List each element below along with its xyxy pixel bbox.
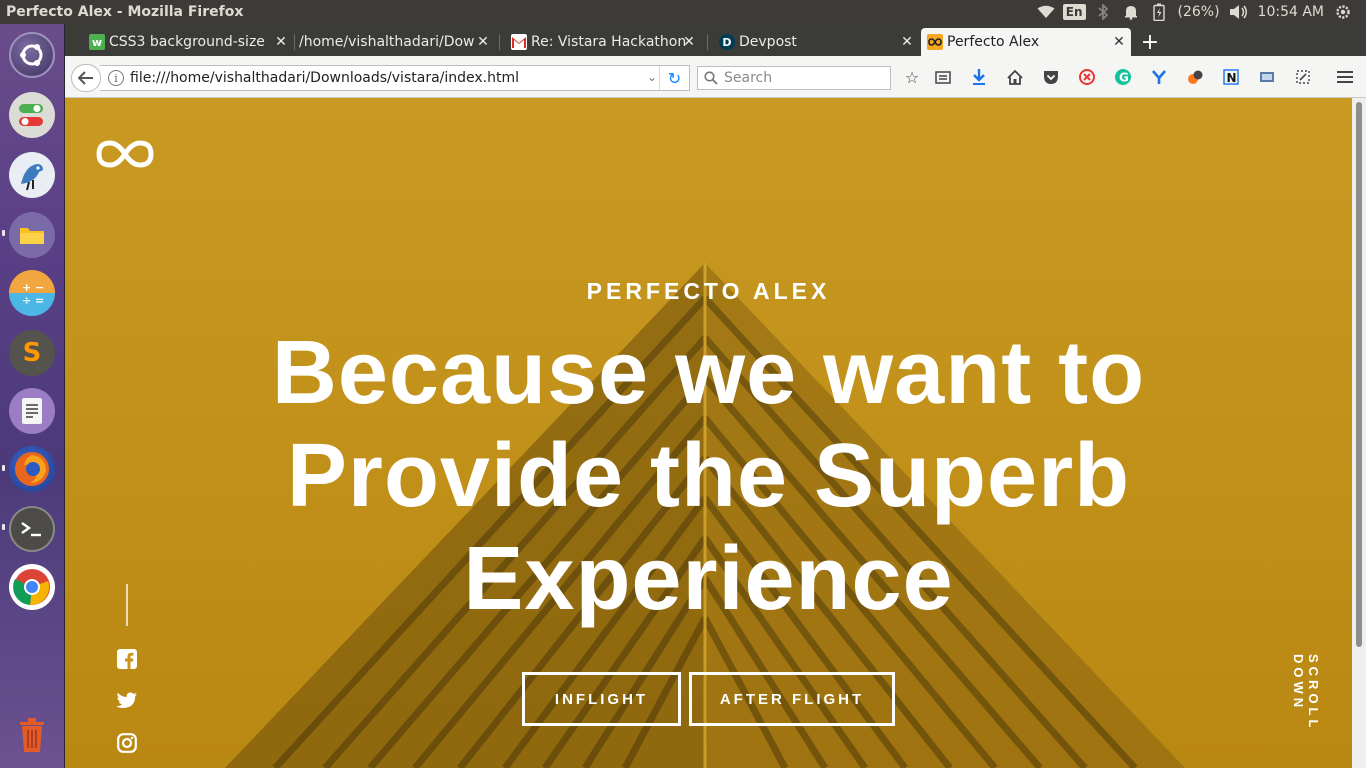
terminal-icon[interactable] <box>9 506 55 552</box>
home-icon[interactable] <box>1003 66 1027 88</box>
notion-extension-icon[interactable]: N <box>1219 66 1243 88</box>
web-page-viewport: PERFECTO ALEX Because we want to Provide… <box>65 98 1352 768</box>
url-bar[interactable]: i file:///home/vishalthadari/Downloads/v… <box>100 65 690 91</box>
bird-app-icon[interactable] <box>9 152 55 198</box>
headline-line-1: Because we want to <box>271 323 1146 423</box>
brand-eyebrow: PERFECTO ALEX <box>586 278 831 304</box>
svg-text:N: N <box>1227 71 1237 85</box>
adblock-icon[interactable] <box>1075 66 1099 88</box>
social-divider <box>126 584 128 626</box>
devpost-icon: D <box>719 34 735 50</box>
grammarly-icon[interactable]: G <box>1111 66 1135 88</box>
tab-perfecto-alex[interactable]: Perfecto Alex ✕ <box>921 28 1131 56</box>
trash-icon[interactable] <box>9 712 55 758</box>
close-tab-icon[interactable]: ✕ <box>899 34 915 50</box>
screenshot-extension-icon[interactable] <box>1255 66 1279 88</box>
search-placeholder: Search <box>724 70 773 86</box>
chevron-down-icon[interactable]: ⌄ <box>647 70 657 84</box>
back-button[interactable] <box>71 64 101 92</box>
downloads-icon[interactable] <box>967 66 991 88</box>
close-tab-icon[interactable]: ✕ <box>681 34 697 50</box>
hamburger-menu-icon[interactable] <box>1333 66 1357 88</box>
crop-extension-icon[interactable] <box>1291 66 1315 88</box>
infinity-icon <box>927 34 943 50</box>
bookmark-star-icon[interactable]: ☆ <box>900 66 924 88</box>
running-indicator <box>2 524 5 530</box>
running-indicator <box>2 465 5 471</box>
after-flight-button[interactable]: AFTER FLIGHT <box>689 672 895 726</box>
reload-icon[interactable]: ↻ <box>659 66 689 90</box>
y-extension-icon[interactable] <box>1147 66 1171 88</box>
tab-css3-background-size[interactable]: w CSS3 background-size ✕ <box>83 28 293 56</box>
headline-line-3: Experience <box>463 529 954 629</box>
pocket-icon[interactable] <box>1039 66 1063 88</box>
svg-text:+ −: + − <box>22 281 44 294</box>
svg-text:G: G <box>1119 71 1129 85</box>
power-gear-icon[interactable] <box>1332 3 1354 21</box>
chrome-icon[interactable] <box>9 564 55 610</box>
system-tray: En (26%) 10:54 AM <box>1035 0 1366 24</box>
svg-text:÷ =: ÷ = <box>22 294 44 307</box>
clock[interactable]: 10:54 AM <box>1258 4 1324 20</box>
twitter-icon[interactable] <box>115 689 139 713</box>
close-tab-icon[interactable]: ✕ <box>1111 34 1127 50</box>
notification-bell-icon[interactable] <box>1120 3 1142 21</box>
battery-percentage: (26%) <box>1177 4 1220 20</box>
ubuntu-dash-icon[interactable] <box>9 32 55 78</box>
search-input[interactable]: Search <box>697 66 891 90</box>
search-icon <box>704 71 718 85</box>
w3-icon: w <box>89 34 105 50</box>
battery-icon[interactable] <box>1148 3 1170 21</box>
instagram-icon[interactable] <box>115 731 139 755</box>
unity-launcher: + − ÷ = S <box>0 24 65 768</box>
wifi-icon[interactable] <box>1035 3 1057 21</box>
tab-label: Re: Vistara Hackathon <box>531 34 687 50</box>
scrollbar-thumb[interactable] <box>1356 102 1362 647</box>
close-tab-icon[interactable]: ✕ <box>475 34 491 50</box>
inflight-button[interactable]: INFLIGHT <box>522 672 681 726</box>
settings-toggle-icon[interactable] <box>9 92 55 138</box>
facebook-icon[interactable] <box>115 647 139 671</box>
bluetooth-icon[interactable] <box>1092 3 1114 21</box>
new-tab-button[interactable]: + <box>1138 30 1162 55</box>
tab-label: CSS3 background-size <box>109 34 265 50</box>
running-indicator <box>2 230 5 236</box>
tab-label: Devpost <box>739 34 797 50</box>
url-text[interactable]: file:///home/vishalthadari/Downloads/vis… <box>130 70 519 86</box>
site-info-icon[interactable]: i <box>108 70 124 86</box>
scroll-down-hint[interactable]: SCROLL DOWN <box>1291 654 1321 768</box>
browser-navigation-bar: i file:///home/vishalthadari/Downloads/v… <box>65 56 1366 98</box>
reading-list-icon[interactable] <box>931 66 955 88</box>
headline-line-2: Provide the Superb <box>286 426 1131 526</box>
tab-separator <box>499 34 500 50</box>
page-scrollbar[interactable] <box>1352 98 1366 768</box>
calculator-icon[interactable]: + − ÷ = <box>9 270 55 316</box>
tab-label: /home/vishalthadari/Dow <box>299 34 475 50</box>
browser-tab-strip: w CSS3 background-size ✕ /home/vishaltha… <box>65 24 1366 56</box>
tab-separator <box>707 34 708 50</box>
text-editor-icon[interactable] <box>9 388 55 434</box>
tab-gmail-vistara[interactable]: Re: Vistara Hackathon ✕ <box>505 28 701 56</box>
keyboard-language-indicator[interactable]: En <box>1062 4 1086 20</box>
infinity-logo-icon[interactable] <box>95 138 155 170</box>
firefox-icon[interactable] <box>9 446 55 492</box>
tab-label: Perfecto Alex <box>947 34 1040 50</box>
files-icon[interactable] <box>9 212 55 258</box>
volume-icon[interactable] <box>1228 3 1250 21</box>
system-top-panel: Perfecto Alex - Mozilla Firefox En (26%)… <box>0 0 1366 24</box>
sublime-text-icon[interactable]: S <box>9 330 55 376</box>
hero-headline: Because we want to Provide the Superb Ex… <box>65 322 1352 631</box>
tab-home-directory[interactable]: /home/vishalthadari/Dow ✕ <box>273 28 495 56</box>
gmail-icon <box>511 34 527 50</box>
window-title: Perfecto Alex - Mozilla Firefox <box>6 4 244 20</box>
tab-devpost[interactable]: D Devpost ✕ <box>713 28 919 56</box>
orange-extension-icon[interactable] <box>1183 66 1207 88</box>
